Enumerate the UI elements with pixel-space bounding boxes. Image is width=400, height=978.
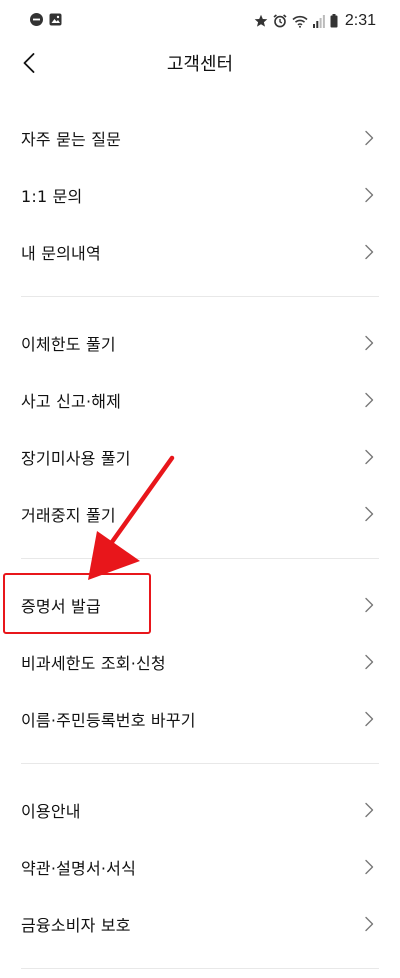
chevron-right-icon [365,187,374,202]
menu-item-label: 내 문의내역 [21,243,101,263]
menu-item-transfer-limit[interactable]: 이체한도 풀기 [0,314,400,371]
menu-item-faq[interactable]: 자주 묻는 질문 [0,109,400,166]
menu-item-label: 이체한도 풀기 [21,334,116,354]
section-divider [21,763,379,764]
menu-item-label: 이름·주민등록번호 바꾸기 [21,710,196,730]
chevron-right-icon [365,859,374,874]
menu-item-label: 1:1 문의 [21,186,83,206]
chevron-right-icon [365,449,374,464]
status-left-icons [30,13,62,26]
menu-group-inquiry: 자주 묻는 질문 1:1 문의 내 문의내역 [0,109,400,280]
menu-group-account: 이체한도 풀기 사고 신고·해제 장기미사용 풀기 거래중지 풀기 [0,314,400,542]
status-bar: 2:31 [0,0,400,42]
section-divider [21,296,379,297]
chevron-right-icon [365,130,374,145]
section-divider [21,968,379,969]
section-divider [21,558,379,559]
menu-item-usage-guide[interactable]: 이용안내 [0,781,400,838]
menu-item-suspension-release[interactable]: 거래중지 풀기 [0,485,400,542]
menu-item-change-name-id[interactable]: 이름·주민등록번호 바꾸기 [0,690,400,747]
menu-item-tax-exempt-limit[interactable]: 비과세한도 조회·신청 [0,633,400,690]
chevron-right-icon [365,244,374,259]
menu-item-label: 사고 신고·해제 [21,391,122,411]
menu-item-consumer-protection[interactable]: 금융소비자 보호 [0,895,400,952]
menu-item-label: 금융소비자 보호 [21,915,131,935]
chevron-right-icon [365,711,374,726]
menu-item-dormant-release[interactable]: 장기미사용 풀기 [0,428,400,485]
menu-item-label: 비과세한도 조회·신청 [21,653,166,673]
menu-item-label: 자주 묻는 질문 [21,129,122,149]
menu-item-incident-report[interactable]: 사고 신고·해제 [0,371,400,428]
chevron-right-icon [365,335,374,350]
customer-center-screen: 2:31 고객센터 자주 묻는 질문 1:1 문의 내 문의내역 이체한도 풀기 [0,0,400,978]
status-right-icons: 2:31 [254,12,376,30]
menu-item-label: 장기미사용 풀기 [21,448,131,468]
menu-item-terms-forms[interactable]: 약관·설명서·서식 [0,838,400,895]
chevron-right-icon [365,392,374,407]
chevron-right-icon [365,654,374,669]
menu-item-one-to-one[interactable]: 1:1 문의 [0,166,400,223]
signal-icon [312,14,325,28]
alarm-icon [273,14,287,28]
page-title: 고객센터 [166,54,234,75]
app-header: 고객센터 [0,42,400,84]
annotation-highlight-box [3,573,151,634]
chevron-right-icon [365,916,374,931]
chevron-right-icon [365,597,374,612]
chevron-right-icon [365,802,374,817]
menu-item-label: 약관·설명서·서식 [21,858,137,878]
battery-icon [330,14,338,28]
menu-item-label: 거래중지 풀기 [21,505,116,525]
chevron-right-icon [365,506,374,521]
gallery-icon [49,13,62,26]
do-not-disturb-icon [30,13,43,26]
wifi-icon [292,15,308,28]
menu-group-info: 이용안내 약관·설명서·서식 금융소비자 보호 [0,781,400,952]
menu-item-label: 이용안내 [21,801,81,821]
star-icon [254,14,268,27]
status-time: 2:31 [344,12,376,29]
menu-item-my-inquiries[interactable]: 내 문의내역 [0,223,400,280]
